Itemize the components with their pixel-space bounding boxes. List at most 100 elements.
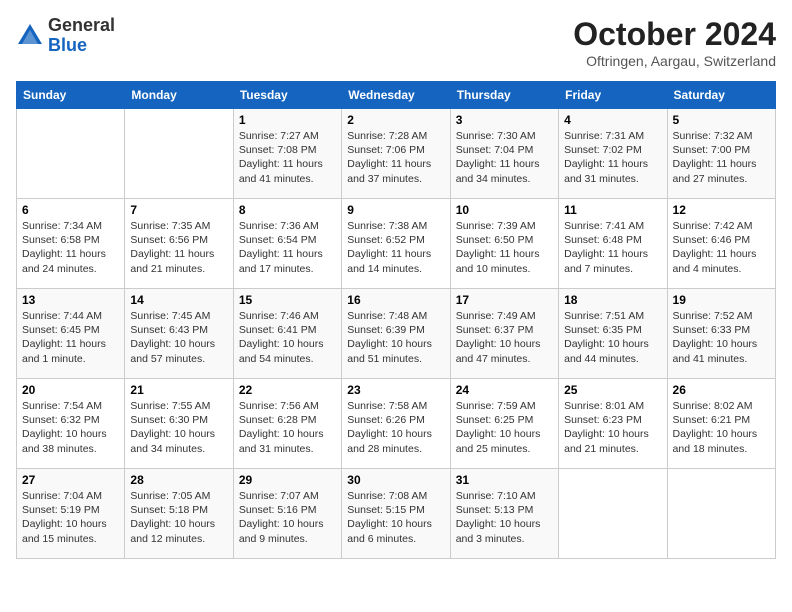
page-header: General Blue October 2024 Oftringen, Aar… bbox=[16, 16, 776, 69]
day-content: Sunrise: 7:48 AM Sunset: 6:39 PM Dayligh… bbox=[347, 309, 444, 366]
calendar-cell: 24 Sunrise: 7:59 AM Sunset: 6:25 PM Dayli… bbox=[450, 379, 558, 469]
weekday-monday: Monday bbox=[125, 82, 233, 109]
day-content: Sunrise: 7:51 AM Sunset: 6:35 PM Dayligh… bbox=[564, 309, 661, 366]
day-content: Sunrise: 7:10 AM Sunset: 5:13 PM Dayligh… bbox=[456, 489, 553, 546]
day-content: Sunrise: 7:28 AM Sunset: 7:06 PM Dayligh… bbox=[347, 129, 444, 186]
calendar-cell: 25 Sunrise: 8:01 AM Sunset: 6:23 PM Dayli… bbox=[559, 379, 667, 469]
day-content: Sunrise: 7:08 AM Sunset: 5:15 PM Dayligh… bbox=[347, 489, 444, 546]
day-number: 27 bbox=[22, 473, 119, 487]
day-number: 18 bbox=[564, 293, 661, 307]
calendar-cell: 18 Sunrise: 7:51 AM Sunset: 6:35 PM Dayli… bbox=[559, 289, 667, 379]
calendar-header: SundayMondayTuesdayWednesdayThursdayFrid… bbox=[17, 82, 776, 109]
day-content: Sunrise: 7:05 AM Sunset: 5:18 PM Dayligh… bbox=[130, 489, 227, 546]
title-block: October 2024 Oftringen, Aargau, Switzerl… bbox=[573, 16, 776, 69]
calendar-cell: 29Sunrise: 7:07 AM Sunset: 5:16 PM Dayli… bbox=[233, 469, 341, 559]
day-number: 3 bbox=[456, 113, 553, 127]
weekday-header-row: SundayMondayTuesdayWednesdayThursdayFrid… bbox=[17, 82, 776, 109]
day-number: 15 bbox=[239, 293, 336, 307]
calendar-cell bbox=[667, 469, 775, 559]
day-number: 23 bbox=[347, 383, 444, 397]
calendar-cell: 9 Sunrise: 7:38 AM Sunset: 6:52 PM Daylig… bbox=[342, 199, 450, 289]
day-content: Sunrise: 8:02 AM Sunset: 6:21 PM Dayligh… bbox=[673, 399, 770, 456]
day-number: 20 bbox=[22, 383, 119, 397]
day-number: 5 bbox=[673, 113, 770, 127]
day-content: Sunrise: 7:54 AM Sunset: 6:32 PM Dayligh… bbox=[22, 399, 119, 456]
calendar-cell: 21Sunrise: 7:55 AM Sunset: 6:30 PM Dayli… bbox=[125, 379, 233, 469]
calendar-cell: 10 Sunrise: 7:39 AM Sunset: 6:50 PM Dayli… bbox=[450, 199, 558, 289]
day-number: 8 bbox=[239, 203, 336, 217]
day-content: Sunrise: 7:39 AM Sunset: 6:50 PM Dayligh… bbox=[456, 219, 553, 276]
calendar-cell: 22 Sunrise: 7:56 AM Sunset: 6:28 PM Dayli… bbox=[233, 379, 341, 469]
day-content: Sunrise: 7:35 AM Sunset: 6:56 PM Dayligh… bbox=[130, 219, 227, 276]
week-row-1: 1 Sunrise: 7:27 AM Sunset: 7:08 PM Daylig… bbox=[17, 109, 776, 199]
day-number: 28 bbox=[130, 473, 227, 487]
calendar-table: SundayMondayTuesdayWednesdayThursdayFrid… bbox=[16, 81, 776, 559]
day-content: Sunrise: 7:27 AM Sunset: 7:08 PM Dayligh… bbox=[239, 129, 336, 186]
calendar-cell: 16Sunrise: 7:48 AM Sunset: 6:39 PM Dayli… bbox=[342, 289, 450, 379]
calendar-cell: 27 Sunrise: 7:04 AM Sunset: 5:19 PM Dayli… bbox=[17, 469, 125, 559]
day-content: Sunrise: 7:55 AM Sunset: 6:30 PM Dayligh… bbox=[130, 399, 227, 456]
day-number: 25 bbox=[564, 383, 661, 397]
day-content: Sunrise: 7:30 AM Sunset: 7:04 PM Dayligh… bbox=[456, 129, 553, 186]
week-row-2: 6 Sunrise: 7:34 AM Sunset: 6:58 PM Daylig… bbox=[17, 199, 776, 289]
day-content: Sunrise: 7:34 AM Sunset: 6:58 PM Dayligh… bbox=[22, 219, 119, 276]
day-content: Sunrise: 7:32 AM Sunset: 7:00 PM Dayligh… bbox=[673, 129, 770, 186]
calendar-cell bbox=[17, 109, 125, 199]
week-row-3: 13 Sunrise: 7:44 AM Sunset: 6:45 PM Dayli… bbox=[17, 289, 776, 379]
day-content: Sunrise: 7:56 AM Sunset: 6:28 PM Dayligh… bbox=[239, 399, 336, 456]
day-number: 10 bbox=[456, 203, 553, 217]
day-number: 22 bbox=[239, 383, 336, 397]
calendar-cell: 1 Sunrise: 7:27 AM Sunset: 7:08 PM Daylig… bbox=[233, 109, 341, 199]
day-number: 24 bbox=[456, 383, 553, 397]
weekday-tuesday: Tuesday bbox=[233, 82, 341, 109]
calendar-cell: 3 Sunrise: 7:30 AM Sunset: 7:04 PM Daylig… bbox=[450, 109, 558, 199]
day-number: 2 bbox=[347, 113, 444, 127]
logo: General Blue bbox=[16, 16, 115, 56]
calendar-cell bbox=[559, 469, 667, 559]
calendar-cell: 23 Sunrise: 7:58 AM Sunset: 6:26 PM Dayli… bbox=[342, 379, 450, 469]
weekday-wednesday: Wednesday bbox=[342, 82, 450, 109]
week-row-4: 20 Sunrise: 7:54 AM Sunset: 6:32 PM Dayli… bbox=[17, 379, 776, 469]
calendar-cell: 7 Sunrise: 7:35 AM Sunset: 6:56 PM Daylig… bbox=[125, 199, 233, 289]
day-content: Sunrise: 7:04 AM Sunset: 5:19 PM Dayligh… bbox=[22, 489, 119, 546]
calendar-cell: 20 Sunrise: 7:54 AM Sunset: 6:32 PM Dayli… bbox=[17, 379, 125, 469]
calendar-body: 1 Sunrise: 7:27 AM Sunset: 7:08 PM Daylig… bbox=[17, 109, 776, 559]
weekday-thursday: Thursday bbox=[450, 82, 558, 109]
calendar-cell: 28 Sunrise: 7:05 AM Sunset: 5:18 PM Dayli… bbox=[125, 469, 233, 559]
day-content: Sunrise: 7:38 AM Sunset: 6:52 PM Dayligh… bbox=[347, 219, 444, 276]
weekday-friday: Friday bbox=[559, 82, 667, 109]
calendar-cell bbox=[125, 109, 233, 199]
calendar-cell: 26 Sunrise: 8:02 AM Sunset: 6:21 PM Dayli… bbox=[667, 379, 775, 469]
day-number: 7 bbox=[130, 203, 227, 217]
day-content: Sunrise: 7:59 AM Sunset: 6:25 PM Dayligh… bbox=[456, 399, 553, 456]
month-title: October 2024 bbox=[573, 16, 776, 53]
calendar-cell: 5 Sunrise: 7:32 AM Sunset: 7:00 PM Daylig… bbox=[667, 109, 775, 199]
calendar-cell: 17Sunrise: 7:49 AM Sunset: 6:37 PM Dayli… bbox=[450, 289, 558, 379]
day-number: 26 bbox=[673, 383, 770, 397]
day-number: 4 bbox=[564, 113, 661, 127]
day-content: Sunrise: 7:58 AM Sunset: 6:26 PM Dayligh… bbox=[347, 399, 444, 456]
calendar-cell: 2 Sunrise: 7:28 AM Sunset: 7:06 PM Daylig… bbox=[342, 109, 450, 199]
day-content: Sunrise: 8:01 AM Sunset: 6:23 PM Dayligh… bbox=[564, 399, 661, 456]
day-number: 13 bbox=[22, 293, 119, 307]
day-number: 6 bbox=[22, 203, 119, 217]
day-content: Sunrise: 7:07 AM Sunset: 5:16 PM Dayligh… bbox=[239, 489, 336, 546]
calendar-cell: 12Sunrise: 7:42 AM Sunset: 6:46 PM Dayli… bbox=[667, 199, 775, 289]
day-content: Sunrise: 7:31 AM Sunset: 7:02 PM Dayligh… bbox=[564, 129, 661, 186]
day-number: 12 bbox=[673, 203, 770, 217]
calendar-cell: 30 Sunrise: 7:08 AM Sunset: 5:15 PM Dayli… bbox=[342, 469, 450, 559]
day-number: 9 bbox=[347, 203, 444, 217]
location-text: Oftringen, Aargau, Switzerland bbox=[573, 53, 776, 69]
day-content: Sunrise: 7:45 AM Sunset: 6:43 PM Dayligh… bbox=[130, 309, 227, 366]
weekday-saturday: Saturday bbox=[667, 82, 775, 109]
day-content: Sunrise: 7:44 AM Sunset: 6:45 PM Dayligh… bbox=[22, 309, 119, 366]
day-content: Sunrise: 7:36 AM Sunset: 6:54 PM Dayligh… bbox=[239, 219, 336, 276]
day-number: 19 bbox=[673, 293, 770, 307]
calendar-cell: 14Sunrise: 7:45 AM Sunset: 6:43 PM Dayli… bbox=[125, 289, 233, 379]
day-number: 1 bbox=[239, 113, 336, 127]
calendar-cell: 11Sunrise: 7:41 AM Sunset: 6:48 PM Dayli… bbox=[559, 199, 667, 289]
calendar-cell: 6 Sunrise: 7:34 AM Sunset: 6:58 PM Daylig… bbox=[17, 199, 125, 289]
day-number: 30 bbox=[347, 473, 444, 487]
logo-blue-text: Blue bbox=[48, 35, 87, 55]
day-number: 31 bbox=[456, 473, 553, 487]
